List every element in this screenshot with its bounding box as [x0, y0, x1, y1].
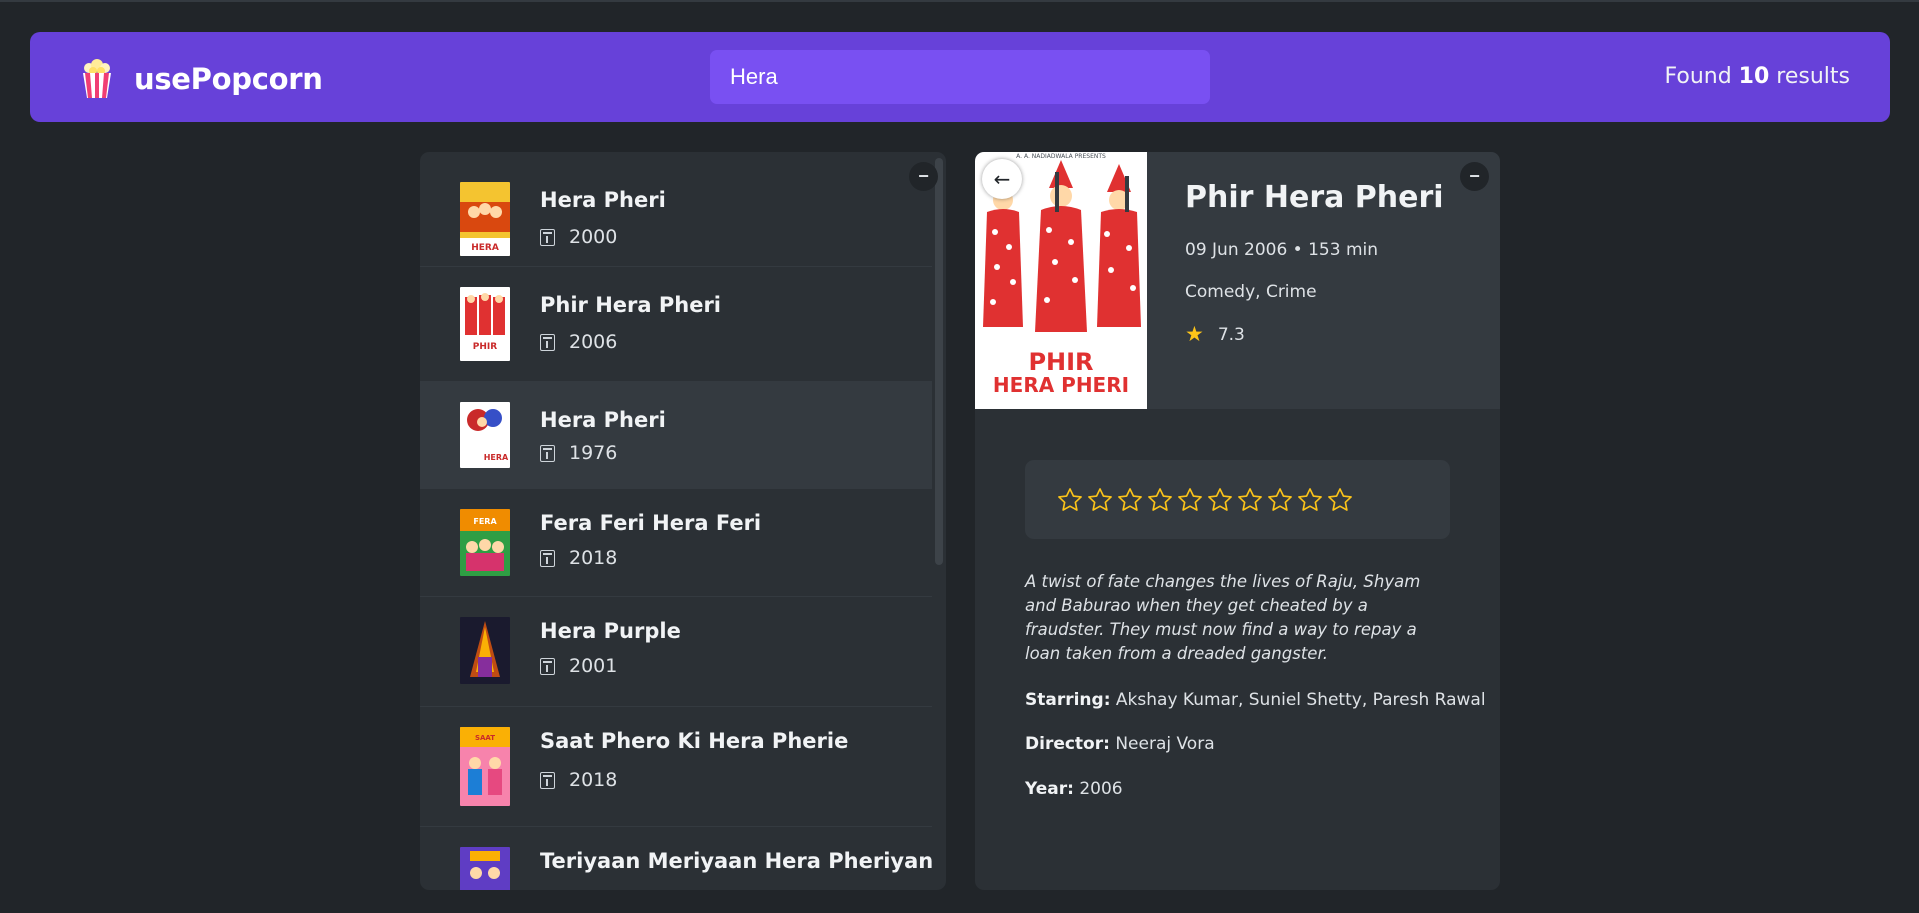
- calendar-icon: [540, 771, 555, 789]
- list-item[interactable]: HERA Hera Pheri 2000: [420, 152, 932, 267]
- rating-star-8-icon[interactable]: [1266, 486, 1294, 514]
- director-value: Neeraj Vora: [1115, 734, 1215, 754]
- movie-title: Phir Hera Pheri: [540, 293, 722, 317]
- list-scrollbar[interactable]: [935, 152, 943, 890]
- calendar-icon: [540, 549, 555, 567]
- movie-title: Saat Phero Ki Hera Pherie: [540, 729, 849, 753]
- movie-list-box: − HERA Hera Pheri 2000 PHIR Phir Hera Ph…: [420, 152, 946, 890]
- poster-thumbnail: [460, 617, 510, 684]
- release-runtime: 09 Jun 2006 • 153 min: [1185, 240, 1379, 260]
- movie-title: Hera Pheri: [540, 408, 666, 432]
- year-line: Year: 2006: [1025, 779, 1123, 799]
- svg-text:SAAT: SAAT: [475, 734, 495, 742]
- scrollbar-thumb[interactable]: [935, 158, 943, 565]
- list-item[interactable]: FERA Fera Feri Hera Feri 2018: [420, 489, 932, 597]
- movie-year-value: 2001: [569, 655, 618, 677]
- movie-year-value: 2000: [569, 226, 618, 248]
- imdb-rating-value: 7.3: [1217, 324, 1245, 345]
- calendar-icon: [540, 444, 555, 462]
- starring-value: Akshay Kumar, Suniel Shetty, Paresh Rawa…: [1115, 690, 1486, 710]
- poster-thumbnail: PHIR: [460, 287, 510, 361]
- movie-year: 2001: [540, 655, 617, 677]
- results-prefix: Found: [1664, 64, 1732, 89]
- rating-star-7-icon[interactable]: [1236, 486, 1264, 514]
- movie-title: Teriyaan Meriyaan Hera Pheriyan: [540, 849, 934, 873]
- popcorn-icon: [83, 59, 111, 98]
- poster-title-line2: HERA PHERI: [993, 373, 1129, 397]
- rating-star-1-icon[interactable]: [1056, 486, 1084, 514]
- top-border: [0, 0, 1919, 2]
- calendar-icon: [540, 657, 555, 675]
- starring-line: Starring: Akshay Kumar, Suniel Shetty, P…: [1025, 690, 1486, 710]
- app-name: usePopcorn: [134, 62, 323, 96]
- imdb-rating: ★ 7.3: [1185, 324, 1245, 345]
- poster-thumbnail: FERA: [460, 509, 510, 576]
- movie-year: 1976: [540, 442, 617, 464]
- svg-text:FERA: FERA: [473, 517, 497, 526]
- movie-plot: A twist of fate changes the lives of Raj…: [1025, 572, 1421, 663]
- poster-title-line1: PHIR: [1028, 348, 1093, 376]
- rating-star-9-icon[interactable]: [1296, 486, 1324, 514]
- back-button[interactable]: ←: [982, 159, 1022, 199]
- rating-star-6-icon[interactable]: [1206, 486, 1234, 514]
- rating-star-3-icon[interactable]: [1116, 486, 1144, 514]
- director-line: Director: Neeraj Vora: [1025, 734, 1215, 754]
- year-value: 2006: [1079, 779, 1123, 799]
- svg-text:HERA: HERA: [471, 243, 499, 253]
- movie-detail-title: Phir Hera Pheri: [1185, 180, 1444, 215]
- movie-year-value: 2018: [569, 769, 618, 791]
- collapse-list-button[interactable]: −: [909, 162, 938, 191]
- search-input[interactable]: [710, 50, 1210, 104]
- calendar-icon: [540, 333, 555, 351]
- movie-year: 2018: [540, 769, 617, 791]
- director-label: Director:: [1025, 734, 1110, 754]
- movie-year-value: 2018: [569, 547, 618, 569]
- poster-credit: A. A. NADIADWALA PRESENTS: [1016, 153, 1106, 160]
- rating-star-4-icon[interactable]: [1146, 486, 1174, 514]
- movie-year: 2018: [540, 547, 617, 569]
- svg-text:HERA: HERA: [484, 453, 509, 462]
- poster-thumbnail: HERA: [460, 402, 510, 468]
- movie-year-value: 1976: [569, 442, 618, 464]
- results-count: Found 10 results: [1664, 64, 1850, 89]
- movie-year: 2006: [540, 331, 617, 353]
- movie-title: Hera Purple: [540, 619, 681, 643]
- movie-title: Fera Feri Hera Feri: [540, 511, 762, 535]
- list-item[interactable]: Teriyaan Meriyaan Hera Pheriyan: [420, 827, 934, 890]
- list-item[interactable]: SAAT Saat Phero Ki Hera Pherie 2018: [420, 707, 932, 827]
- movie-details-box: − ← A. A. NADIADWALA PRESENTS PHIR HERA …: [975, 152, 1500, 890]
- rating-star-2-icon[interactable]: [1086, 486, 1114, 514]
- poster-thumbnail: HERA: [460, 182, 510, 256]
- calendar-icon: [540, 228, 555, 246]
- list-item[interactable]: HERA Hera Pheri 1976: [420, 382, 932, 489]
- movie-list: HERA Hera Pheri 2000 PHIR Phir Hera Pher…: [420, 152, 934, 890]
- poster-thumbnail: [460, 847, 510, 890]
- poster-thumbnail: SAAT: [460, 727, 510, 806]
- year-label: Year:: [1025, 779, 1074, 799]
- results-number: 10: [1738, 64, 1770, 89]
- list-item[interactable]: Hera Purple 2001: [420, 597, 932, 707]
- nav-bar: usePopcorn Found 10 results: [30, 32, 1890, 122]
- rating-star-5-icon[interactable]: [1176, 486, 1204, 514]
- movie-year-value: 2006: [569, 331, 618, 353]
- movie-title: Hera Pheri: [540, 188, 666, 212]
- details-header: ← A. A. NADIADWALA PRESENTS PHIR HERA PH…: [975, 152, 1500, 409]
- starring-label: Starring:: [1025, 690, 1111, 710]
- movie-year: 2000: [540, 226, 617, 248]
- logo: usePopcorn: [80, 59, 323, 99]
- collapse-details-button[interactable]: −: [1460, 162, 1489, 191]
- star-rating-widget: [1025, 460, 1450, 539]
- star-icon: ★: [1185, 322, 1204, 346]
- results-suffix: results: [1776, 64, 1850, 89]
- genre: Comedy, Crime: [1185, 282, 1317, 302]
- rating-star-10-icon[interactable]: [1326, 486, 1354, 514]
- svg-text:PHIR: PHIR: [473, 342, 497, 352]
- list-item[interactable]: PHIR Phir Hera Pheri 2006: [420, 267, 932, 382]
